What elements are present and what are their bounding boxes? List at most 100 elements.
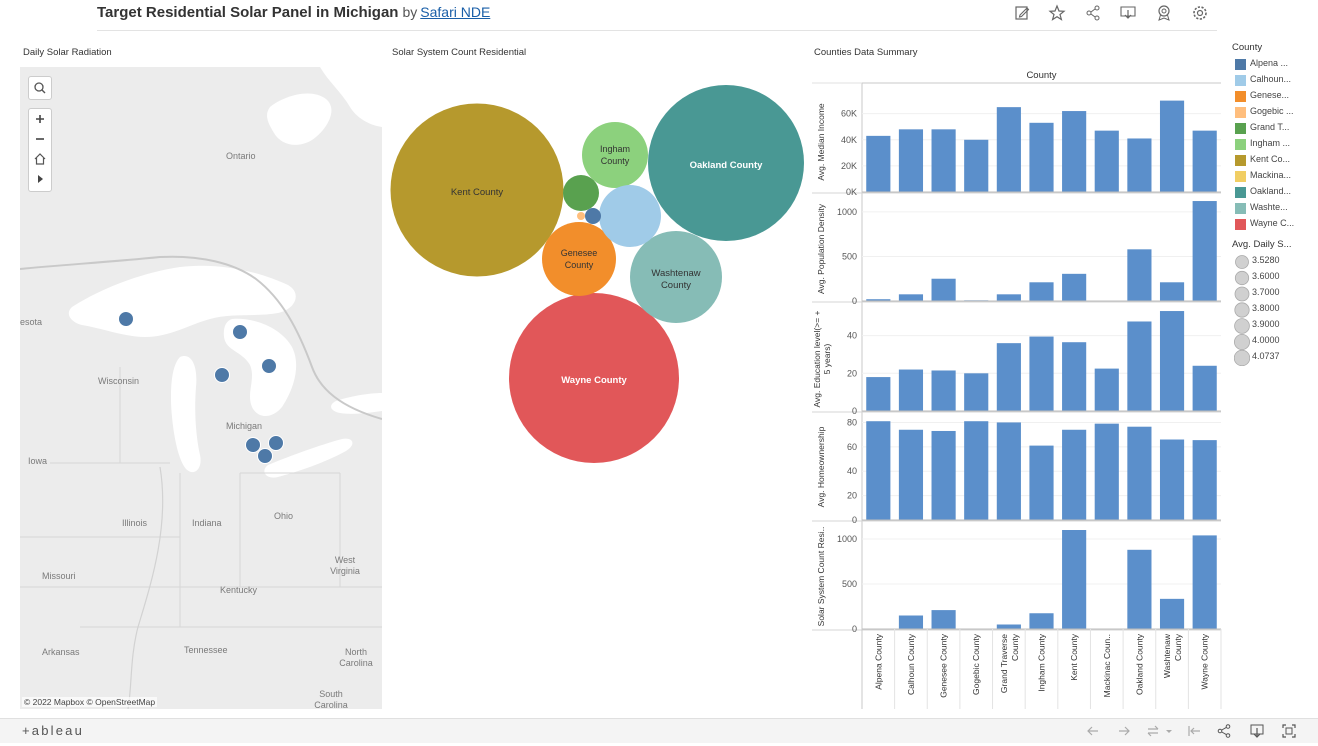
bar[interactable] <box>866 377 891 411</box>
bubble-oakland[interactable]: Oakland County <box>648 85 804 241</box>
map-search-button[interactable] <box>28 76 52 100</box>
edit-icon[interactable] <box>1013 4 1031 22</box>
map-point-gogebic[interactable] <box>118 311 134 327</box>
county-legend-item[interactable]: Kent Co... <box>1235 153 1315 169</box>
county-legend-item[interactable]: Calhoun... <box>1235 73 1315 89</box>
size-legend-item[interactable]: 3.9000 <box>1234 318 1314 334</box>
undo-icon[interactable] <box>1085 723 1101 739</box>
county-legend-item[interactable]: Wayne C... <box>1235 217 1315 233</box>
bubble-kent[interactable]: Kent County <box>390 103 564 277</box>
bar[interactable] <box>1159 100 1185 192</box>
download-icon[interactable] <box>1119 4 1137 22</box>
bar[interactable] <box>996 107 1021 192</box>
bar[interactable] <box>1094 423 1119 520</box>
bar[interactable] <box>898 369 924 411</box>
size-legend-item[interactable]: 3.7000 <box>1234 286 1314 302</box>
size-legend-item[interactable]: 3.6000 <box>1234 270 1314 286</box>
size-legend-item[interactable]: 3.5280 <box>1234 254 1314 270</box>
zoom-in-icon[interactable] <box>29 109 51 129</box>
bar[interactable] <box>1127 549 1152 629</box>
bar[interactable] <box>1029 613 1054 629</box>
bar[interactable] <box>1029 336 1054 411</box>
bar[interactable] <box>866 135 891 192</box>
bar[interactable] <box>1159 439 1185 520</box>
bar[interactable] <box>1029 122 1054 192</box>
bubble-wayne[interactable]: Wayne County <box>509 293 679 463</box>
bar[interactable] <box>1127 138 1152 192</box>
expand-arrow-icon[interactable] <box>29 169 51 189</box>
map-point-kent[interactable] <box>245 437 261 453</box>
bubble-washtenaw[interactable]: Washtenaw County <box>630 231 722 323</box>
bubble-alpena[interactable] <box>585 208 601 224</box>
county-legend-item[interactable]: Oakland... <box>1235 185 1315 201</box>
bar[interactable] <box>996 294 1021 301</box>
bar[interactable] <box>1062 530 1087 629</box>
bar[interactable] <box>1159 311 1185 411</box>
bar[interactable] <box>898 429 924 520</box>
bubble-grand-traverse[interactable] <box>563 175 599 211</box>
county-legend-item[interactable]: Genese... <box>1235 89 1315 105</box>
bar[interactable] <box>1159 282 1185 301</box>
county-legend-item[interactable]: Gogebic ... <box>1235 105 1315 121</box>
bar[interactable] <box>1192 365 1217 411</box>
bar[interactable] <box>1029 445 1054 520</box>
map-point-alpena[interactable] <box>261 358 277 374</box>
bar[interactable] <box>1192 201 1217 301</box>
county-legend-item[interactable]: Grand T... <box>1235 121 1315 137</box>
map-point-wayne[interactable] <box>257 448 273 464</box>
share-footer-icon[interactable] <box>1216 723 1232 739</box>
bar[interactable] <box>931 278 956 301</box>
bar[interactable] <box>898 129 924 192</box>
bar[interactable] <box>1127 321 1152 411</box>
size-legend-item[interactable]: 3.8000 <box>1234 302 1314 318</box>
county-legend-item[interactable]: Mackina... <box>1235 169 1315 185</box>
bar[interactable] <box>996 422 1021 520</box>
bar[interactable] <box>898 294 924 301</box>
bar[interactable] <box>1192 130 1217 192</box>
bar[interactable] <box>931 610 956 629</box>
badge-icon[interactable] <box>1155 4 1173 22</box>
map-attribution[interactable]: © 2022 Mapbox © OpenStreetMap <box>22 697 158 707</box>
bar[interactable] <box>964 373 989 411</box>
download-footer-icon[interactable] <box>1249 723 1265 739</box>
bar[interactable] <box>1094 368 1119 411</box>
bar[interactable] <box>964 421 989 520</box>
bar[interactable] <box>996 343 1021 411</box>
bar[interactable] <box>898 615 924 630</box>
bar[interactable] <box>1127 249 1152 301</box>
author-link[interactable]: Safari NDE <box>420 4 490 20</box>
share-icon[interactable] <box>1084 4 1102 22</box>
map-point-mackinac[interactable] <box>232 324 248 340</box>
fullscreen-icon[interactable] <box>1281 723 1297 739</box>
bar[interactable] <box>1062 342 1087 411</box>
size-legend-item[interactable]: 4.0000 <box>1234 334 1314 350</box>
zoom-out-icon[interactable] <box>29 129 51 149</box>
bar[interactable] <box>1094 130 1119 192</box>
bar[interactable] <box>866 421 891 520</box>
county-legend-item[interactable]: Ingham ... <box>1235 137 1315 153</box>
bar[interactable] <box>931 129 956 192</box>
tableau-logo[interactable]: +ableau <box>22 723 84 738</box>
revert-icon[interactable] <box>1145 723 1175 739</box>
settings-icon[interactable] <box>1191 4 1209 22</box>
county-legend-item[interactable]: Alpena ... <box>1235 57 1315 73</box>
bar[interactable] <box>1062 273 1087 301</box>
bubble-ingham[interactable]: Ingham County <box>582 122 648 188</box>
map-point-grand-traverse[interactable] <box>214 367 230 383</box>
bar[interactable] <box>1062 111 1087 192</box>
bubble-gogebic[interactable] <box>577 212 585 220</box>
size-legend-item[interactable]: 4.0737 <box>1234 350 1314 366</box>
bar[interactable] <box>1192 535 1217 629</box>
bar[interactable] <box>1029 282 1054 301</box>
bar[interactable] <box>931 370 956 411</box>
map-point-oakland[interactable] <box>268 435 284 451</box>
reset-icon[interactable] <box>1186 723 1202 739</box>
bar[interactable] <box>931 430 956 520</box>
bar[interactable] <box>964 139 989 192</box>
star-icon[interactable] <box>1048 4 1066 22</box>
solar-radiation-map[interactable]: Ontario esota Wisconsin Michigan Iowa Il… <box>20 67 382 709</box>
redo-icon[interactable] <box>1116 723 1132 739</box>
bar[interactable] <box>1159 598 1185 629</box>
bubble-calhoun[interactable] <box>599 185 661 247</box>
county-legend-item[interactable]: Washte... <box>1235 201 1315 217</box>
